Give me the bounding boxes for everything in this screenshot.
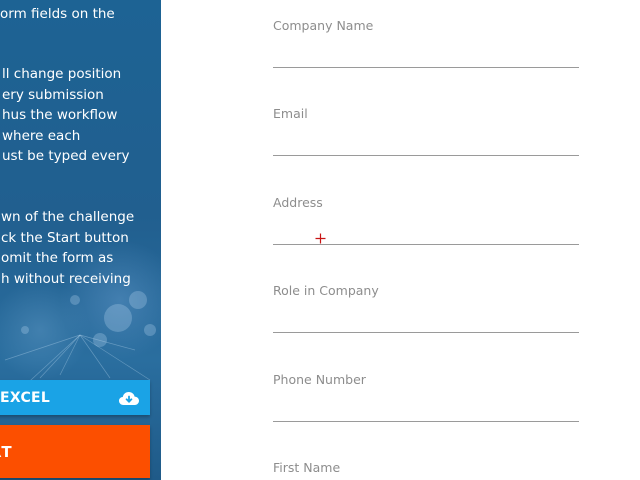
cloud-download-icon (119, 392, 139, 405)
instruction-line: wn of the challenge (1, 209, 135, 225)
role-in-company-input[interactable] (273, 303, 579, 333)
phone-number-input[interactable] (273, 392, 579, 422)
instruction-line: ust be typed every (2, 148, 130, 164)
instruction-line: ery submission (2, 86, 104, 103)
field-label: Email (273, 106, 308, 121)
crosshair-cursor-icon (315, 233, 326, 244)
instruction-line: hus the workflow (2, 107, 118, 123)
start-button[interactable]: RT (0, 425, 150, 478)
instruction-line: omit the form as (1, 250, 114, 266)
instructions-paragraph-1: orm fields on the (0, 4, 161, 25)
instruction-line: h without receiving (1, 270, 131, 287)
field-label: Company Name (273, 18, 374, 33)
field-label: First Name (273, 460, 341, 475)
field-label: Role in Company (273, 283, 379, 298)
email-input[interactable] (273, 126, 579, 156)
instructions-paragraph-2: ll change position ery submission hus th… (2, 64, 161, 167)
instructions-panel: orm fields on the ll change position ery… (0, 0, 161, 480)
instruction-line: orm fields on the (0, 6, 115, 22)
company-name-input[interactable] (273, 38, 579, 68)
field-label: Address (273, 195, 323, 210)
download-excel-button[interactable]: EXCEL (0, 380, 150, 415)
instruction-line: where each (2, 127, 81, 144)
field-label: Phone Number (273, 372, 366, 387)
start-button-label: RT (0, 442, 13, 461)
download-excel-label: EXCEL (0, 389, 51, 406)
instruction-line: ll change position (2, 66, 122, 82)
instruction-line: ck the Start button (1, 229, 129, 246)
instructions-paragraph-3: wn of the challenge ck the Start button … (1, 207, 161, 289)
